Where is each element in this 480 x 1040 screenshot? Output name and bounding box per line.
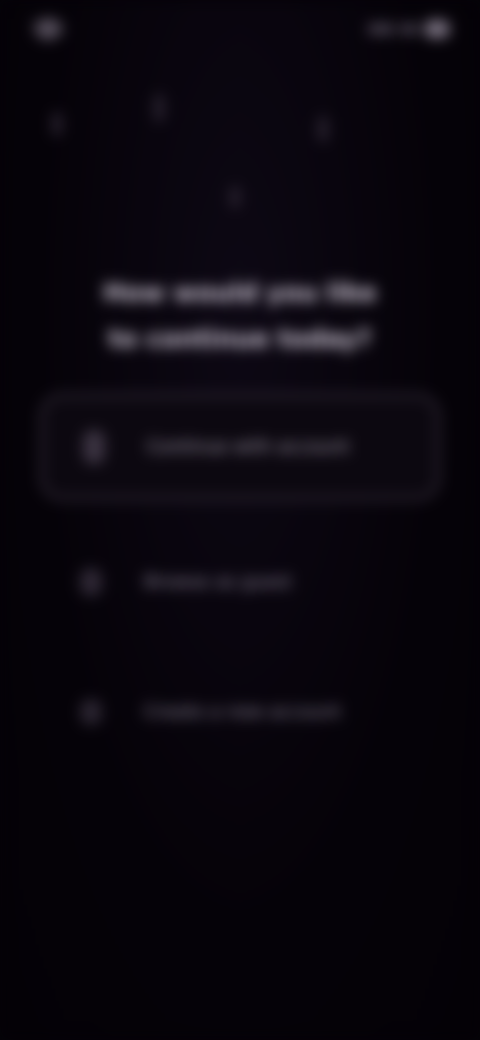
status-bar: 9:41 [0, 0, 480, 60]
sparkle-icon [154, 94, 164, 122]
wifi-icon [400, 24, 418, 34]
status-icons [350, 18, 450, 40]
page-title: How would you like to continue today? [60, 270, 420, 362]
globe-icon [80, 568, 102, 596]
sparkle-icon [52, 112, 62, 136]
sparkle-icon [230, 186, 240, 208]
sparkle-icon [318, 116, 328, 142]
option-label: Create a new account [144, 701, 341, 723]
option-label: Continue with account [147, 436, 350, 458]
title-line-2: to continue today? [108, 324, 372, 353]
user-icon [83, 430, 105, 464]
option-create-account[interactable]: Create a new account [40, 660, 440, 764]
onboarding-screen: 9:41 How would you like to continue toda… [0, 0, 480, 1040]
option-continue-account[interactable]: Continue with account [40, 394, 440, 500]
signal-icon [368, 24, 394, 34]
status-time: 9:41 [32, 19, 66, 37]
title-line-1: How would you like [103, 278, 377, 307]
plus-icon [80, 699, 102, 725]
option-browse-guest[interactable]: Browse as guest [40, 530, 440, 634]
option-label: Browse as guest [144, 571, 292, 593]
battery-icon [424, 20, 450, 38]
